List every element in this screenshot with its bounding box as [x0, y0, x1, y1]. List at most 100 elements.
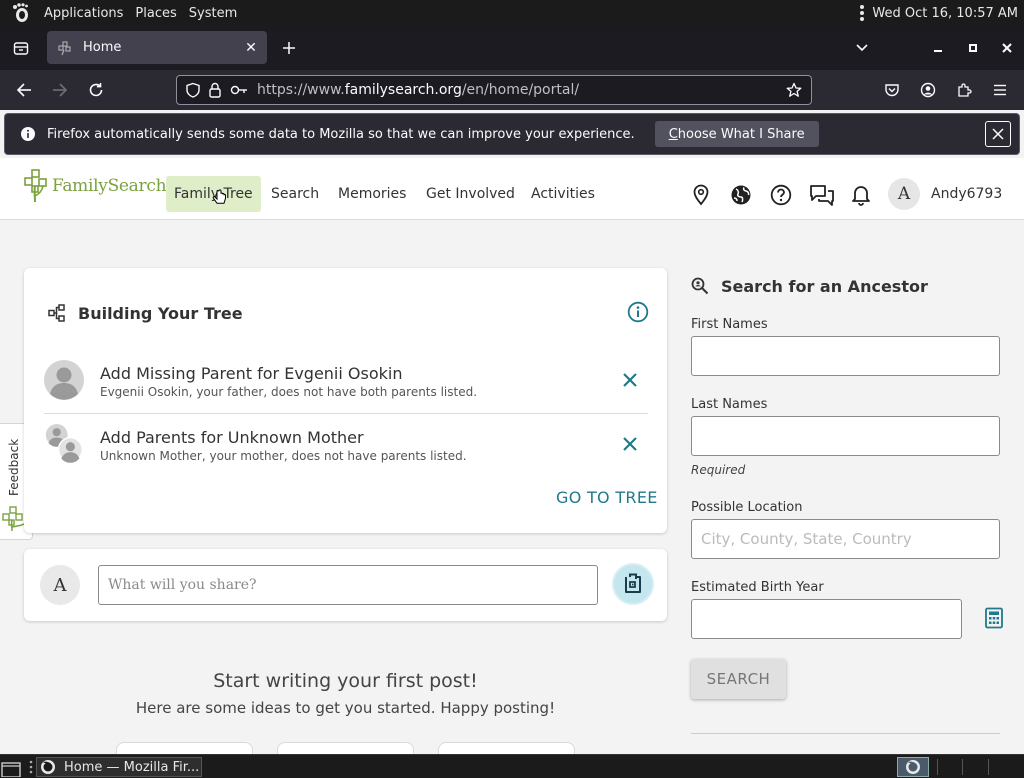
username[interactable]: Andy6793 [931, 186, 1002, 202]
taskbar-handle-icon[interactable] [29, 760, 33, 774]
taskbar-separator [962, 759, 963, 775]
task-add-parents-unknown-mother[interactable]: Add Parents for Unknown Mother Unknown M… [44, 412, 648, 476]
close-window-icon[interactable] [996, 37, 1018, 59]
places-menu[interactable]: Places [135, 6, 176, 21]
show-desktop-icon[interactable] [0, 757, 24, 777]
user-avatar[interactable]: A [888, 178, 920, 210]
new-tab-icon[interactable] [278, 37, 300, 59]
attach-memory-button[interactable] [614, 565, 652, 603]
info-circle-icon[interactable] [627, 301, 649, 323]
workspace-switcher[interactable] [897, 757, 929, 777]
system-taskbar: Home — Mozilla Fir... [0, 754, 1024, 778]
two-people-silhouette-icon [45, 424, 83, 463]
dismiss-task-close-icon[interactable] [620, 434, 640, 454]
close-tab-icon[interactable]: ✕ [241, 38, 261, 58]
close-notification-icon[interactable] [985, 121, 1011, 147]
task-title[interactable]: Add Parents for Unknown Mother [100, 428, 364, 447]
task-subtitle: Evgenii Osokin, your father, does not ha… [100, 385, 478, 399]
task-title[interactable]: Add Missing Parent for Evgenii Osokin [100, 364, 402, 383]
account-icon[interactable] [916, 78, 940, 102]
nav-get-involved[interactable]: Get Involved [418, 176, 523, 212]
hand-cursor-icon [212, 189, 226, 204]
url-text[interactable]: https://www.familysearch.org/en/home/por… [257, 82, 783, 98]
task-add-missing-parent[interactable]: Add Missing Parent for Evgenii Osokin Ev… [44, 348, 648, 412]
panel-clock[interactable]: Wed Oct 16, 10:57 AM [872, 6, 1018, 21]
dismiss-task-close-icon[interactable] [620, 370, 640, 390]
memory-upload-icon [625, 573, 641, 593]
birth-year-label: Estimated Birth Year [691, 580, 824, 595]
taskbar-window-title: Home — Mozilla Fir... [64, 759, 200, 775]
pocket-icon[interactable] [880, 78, 904, 102]
birth-year-input[interactable] [691, 599, 962, 639]
info-icon [19, 125, 37, 143]
taskbar-separator [988, 759, 989, 775]
system-menu[interactable]: System [189, 6, 237, 21]
firefox-icon [40, 759, 56, 775]
help-question-icon[interactable] [769, 183, 793, 207]
task-subtitle: Unknown Mother, your mother, does not ha… [100, 449, 467, 463]
taskbar-separator [937, 759, 938, 775]
building-your-tree-card: Building Your Tree Add Missing Parent fo… [24, 268, 667, 533]
permissions-key-icon[interactable] [229, 80, 249, 100]
gnome-foot-icon[interactable] [10, 2, 32, 24]
tracking-protection-shield-icon[interactable] [183, 80, 203, 100]
share-post-card: A [24, 549, 667, 621]
applications-menu[interactable]: Applications [44, 6, 123, 21]
taskbar-window-firefox[interactable]: Home — Mozilla Fir... [36, 757, 202, 777]
notification-message: Firefox automatically sends some data to… [47, 126, 635, 142]
nav-memories[interactable]: Memories [330, 176, 414, 212]
section-divider [691, 733, 1000, 734]
list-all-tabs-chevron-down-icon[interactable] [851, 37, 873, 59]
familysearch-favicon-icon [56, 39, 74, 57]
messages-chat-icon[interactable] [808, 183, 836, 207]
maximize-window-icon[interactable] [962, 37, 984, 59]
tree-structure-icon [48, 304, 65, 322]
share-post-input[interactable] [98, 565, 598, 605]
choose-what-i-share-button[interactable]: Choose What I Share [654, 121, 819, 147]
feed-empty-heading: Start writing your first post! [213, 670, 478, 692]
first-names-label: First Names [691, 317, 768, 332]
panel-more-icon[interactable] [860, 5, 865, 21]
required-note: Required [691, 463, 746, 477]
forward-arrow-icon[interactable] [48, 78, 72, 102]
tab-list-icon[interactable] [8, 35, 34, 61]
tab-title: Home [83, 40, 122, 55]
minimize-window-icon[interactable] [927, 37, 949, 59]
firefox-workspace-icon [906, 760, 920, 774]
lock-icon[interactable] [205, 80, 225, 100]
first-names-input[interactable] [691, 336, 1000, 376]
tab-home[interactable]: Home ✕ [47, 31, 267, 64]
last-names-label: Last Names [691, 397, 768, 412]
globe-language-icon[interactable] [729, 183, 753, 207]
system-top-panel: Applications Places System Wed Oct 16, 1… [0, 0, 1024, 26]
ancestor-search-button[interactable]: SEARCH [691, 659, 786, 699]
family-tree-logo-icon [24, 169, 47, 203]
last-names-input[interactable] [691, 416, 1000, 456]
bookmark-star-icon[interactable] [783, 79, 805, 101]
person-silhouette-icon [44, 360, 84, 400]
navigation-toolbar: https://www.familysearch.org/en/home/por… [0, 70, 1024, 110]
logo-wordmark: FamilySearch [52, 176, 167, 196]
hamburger-menu-icon[interactable] [988, 78, 1012, 102]
data-reporting-notification: Firefox automatically sends some data to… [4, 113, 1020, 155]
extensions-puzzle-icon[interactable] [952, 78, 976, 102]
familysearch-logo[interactable]: FamilySearch [24, 169, 167, 203]
nav-activities[interactable]: Activities [523, 176, 603, 212]
card-title: Building Your Tree [78, 304, 243, 323]
location-pin-icon[interactable] [689, 183, 713, 207]
url-bar[interactable]: https://www.familysearch.org/en/home/por… [176, 75, 812, 105]
site-header: FamilySearch Family Tree Search Memories… [0, 158, 1024, 220]
possible-location-input[interactable] [691, 519, 1000, 559]
notifications-bell-icon[interactable] [849, 183, 873, 207]
feedback-label: Feedback [7, 438, 21, 496]
go-to-tree-link[interactable]: GO TO TREE [556, 488, 658, 507]
feed-empty-subheading: Here are some ideas to get you started. … [135, 699, 556, 717]
ancestor-search-title: Search for an Ancestor [721, 277, 928, 296]
tab-strip: Home ✕ [0, 26, 1024, 70]
reload-icon[interactable] [84, 78, 108, 102]
possible-location-label: Possible Location [691, 500, 803, 515]
search-person-icon [691, 277, 709, 295]
nav-search[interactable]: Search [263, 176, 327, 212]
back-arrow-icon[interactable] [12, 78, 36, 102]
calculator-icon[interactable] [983, 607, 1005, 629]
